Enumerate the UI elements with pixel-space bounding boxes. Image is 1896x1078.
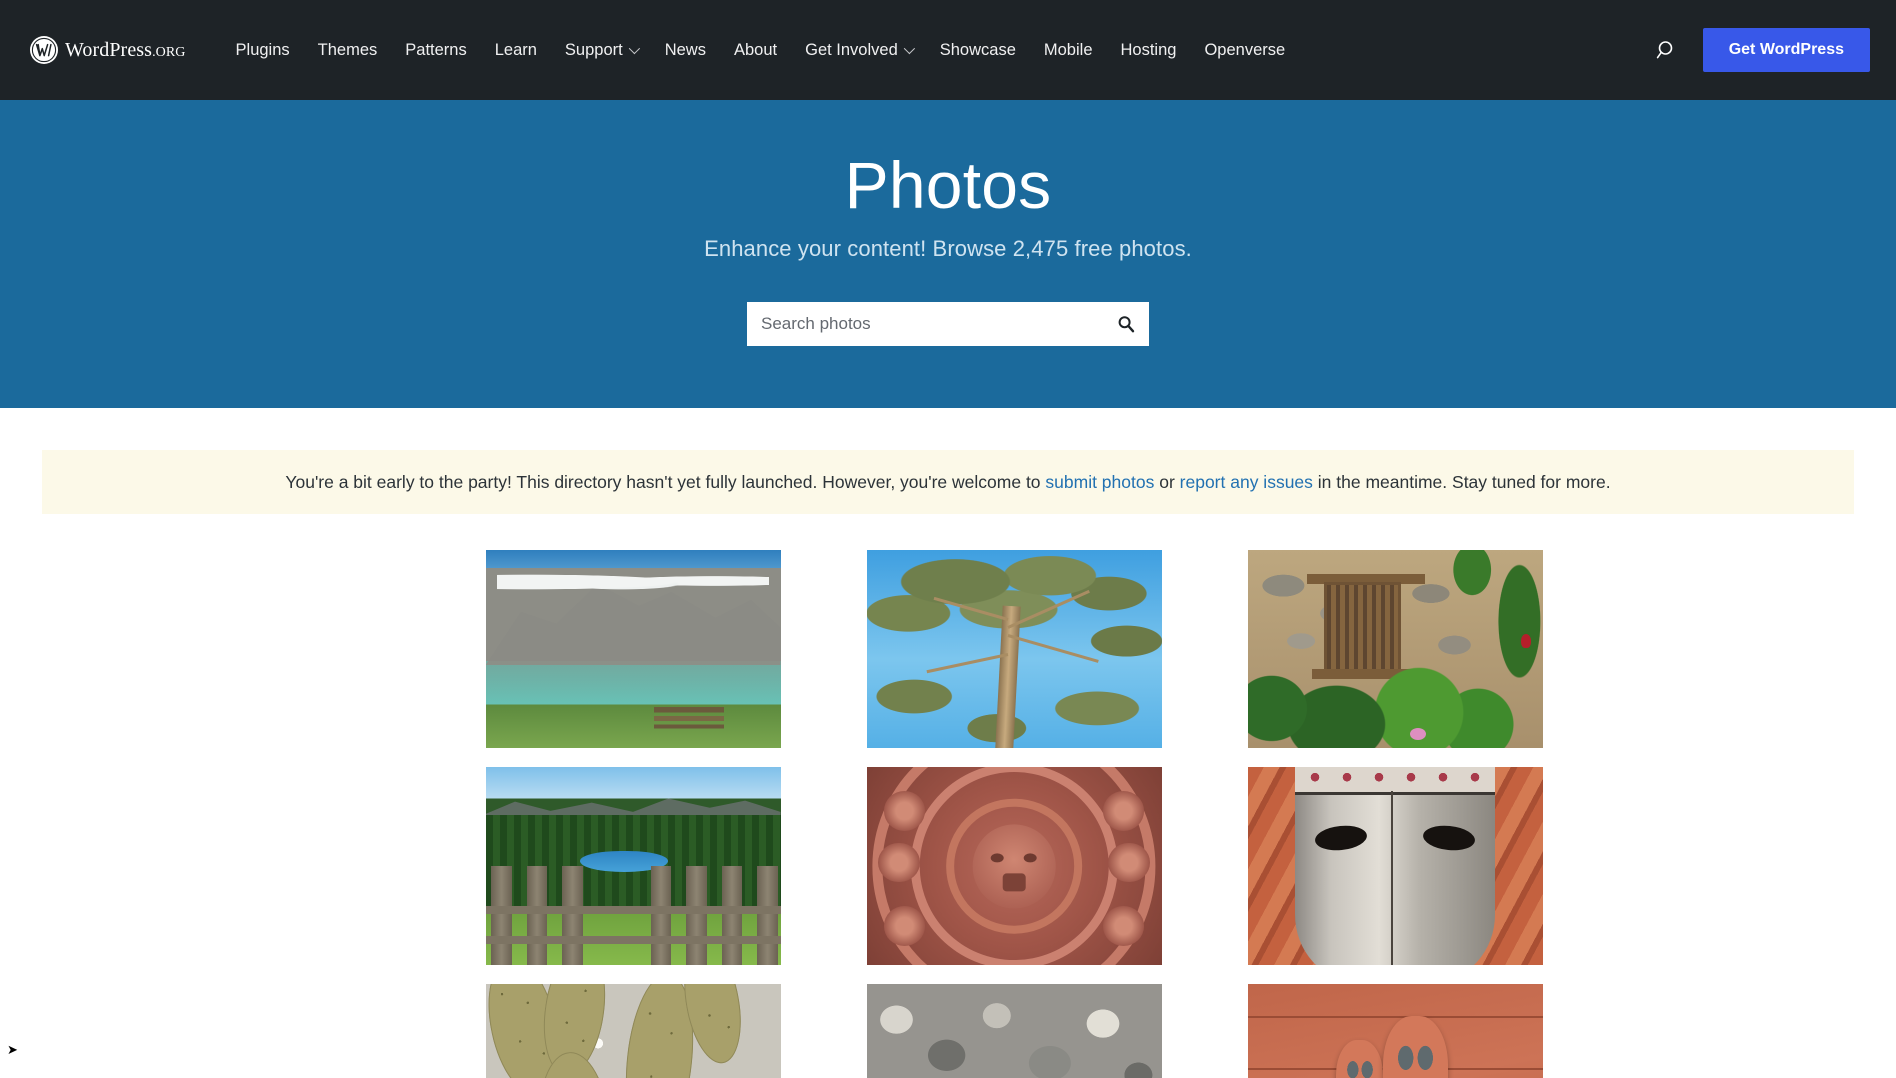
hero-subtitle: Enhance your content! Browse 2,475 free … bbox=[704, 235, 1192, 261]
global-header: WordPress.ORG Plugins Themes Patterns Le… bbox=[0, 0, 1896, 100]
nav-item-patterns[interactable]: Patterns bbox=[391, 32, 480, 69]
photo-thumbnail-cactus-gravel bbox=[485, 984, 781, 1078]
nav-label: Themes bbox=[317, 40, 378, 59]
search-submit-button[interactable] bbox=[1115, 313, 1137, 335]
photo-card[interactable] bbox=[866, 550, 1162, 749]
get-wordpress-button[interactable]: Get WordPress bbox=[1702, 28, 1870, 72]
nav-label: Openverse bbox=[1204, 40, 1286, 59]
photo-card[interactable] bbox=[485, 767, 781, 966]
photo-card[interactable] bbox=[485, 550, 781, 749]
nav-label: Patterns bbox=[405, 40, 467, 59]
submit-photos-link[interactable]: submit photos bbox=[1045, 472, 1154, 492]
nav-label: Hosting bbox=[1120, 40, 1177, 59]
wordpress-logo[interactable]: WordPress.ORG bbox=[30, 36, 186, 64]
primary-navigation: Plugins Themes Patterns Learn Support Ne… bbox=[222, 32, 1300, 69]
photo-grid bbox=[485, 550, 1543, 1078]
nav-label: Get Involved bbox=[805, 40, 898, 59]
nav-item-themes[interactable]: Themes bbox=[304, 32, 392, 69]
header-search-toggle[interactable] bbox=[1645, 28, 1689, 72]
nav-label: About bbox=[733, 40, 778, 59]
nav-item-about[interactable]: About bbox=[720, 32, 791, 69]
photo-card[interactable] bbox=[1247, 984, 1543, 1078]
nav-label: News bbox=[664, 40, 706, 59]
photo-search-form bbox=[747, 301, 1149, 346]
notice-text-after: in the meantime. Stay tuned for more. bbox=[1312, 471, 1611, 492]
search-input[interactable] bbox=[761, 313, 1115, 334]
nav-item-support[interactable]: Support bbox=[551, 32, 651, 69]
photo-thumbnail-tribal-mask bbox=[1247, 767, 1543, 966]
nav-item-get-involved[interactable]: Get Involved bbox=[791, 32, 926, 69]
nav-label: Plugins bbox=[235, 40, 290, 59]
photo-thumbnail-pine-tree bbox=[866, 550, 1162, 749]
wordpress-w-icon bbox=[30, 36, 58, 64]
nav-item-showcase[interactable]: Showcase bbox=[926, 32, 1030, 69]
hero-section: Photos Enhance your content! Browse 2,47… bbox=[0, 100, 1896, 408]
nav-label: Support bbox=[564, 40, 623, 59]
nav-item-mobile[interactable]: Mobile bbox=[1030, 32, 1107, 69]
photo-thumbnail-alpine-lake bbox=[485, 550, 781, 749]
photo-thumbnail-pebbles bbox=[866, 984, 1162, 1078]
search-icon bbox=[1118, 316, 1135, 333]
photo-card[interactable] bbox=[866, 767, 1162, 966]
nav-label: Mobile bbox=[1043, 40, 1093, 59]
photo-card[interactable] bbox=[1247, 550, 1543, 749]
page-title: Photos bbox=[844, 148, 1052, 222]
nav-item-plugins[interactable]: Plugins bbox=[222, 32, 304, 69]
photo-card[interactable] bbox=[485, 984, 781, 1078]
report-issues-link[interactable]: report any issues bbox=[1180, 472, 1313, 492]
photo-card[interactable] bbox=[866, 984, 1162, 1078]
photo-card[interactable] bbox=[1247, 767, 1543, 966]
photo-thumbnail-mountain-lake-fence bbox=[485, 767, 781, 966]
logo-wordmark: WordPress.ORG bbox=[65, 38, 186, 61]
main-content: You're a bit early to the party! This di… bbox=[0, 449, 1896, 1078]
photo-thumbnail-aztec-sun-stone bbox=[866, 767, 1162, 966]
photo-thumbnail-clay-figures bbox=[1247, 984, 1543, 1078]
chevron-down-icon bbox=[903, 42, 915, 55]
mouse-cursor: ➤ bbox=[7, 1042, 18, 1057]
nav-item-news[interactable]: News bbox=[651, 32, 720, 69]
nav-item-openverse[interactable]: Openverse bbox=[1190, 32, 1299, 69]
photo-thumbnail-stone-wall-window bbox=[1247, 550, 1543, 749]
nav-item-learn[interactable]: Learn bbox=[481, 32, 551, 69]
prelaunch-notice: You're a bit early to the party! This di… bbox=[42, 449, 1854, 515]
magnifier-icon bbox=[1656, 41, 1673, 59]
nav-item-hosting[interactable]: Hosting bbox=[1107, 32, 1191, 69]
nav-label: Showcase bbox=[939, 40, 1016, 59]
notice-text-before: You're a bit early to the party! This di… bbox=[285, 471, 1046, 492]
notice-text-middle: or bbox=[1154, 471, 1180, 492]
chevron-down-icon bbox=[628, 42, 640, 55]
nav-label: Learn bbox=[494, 40, 537, 59]
